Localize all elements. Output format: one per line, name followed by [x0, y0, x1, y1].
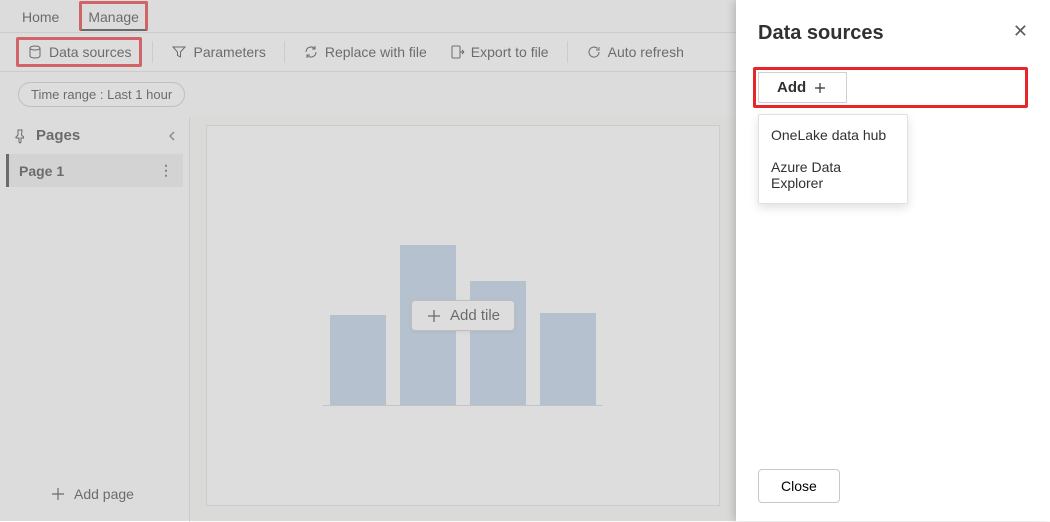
top-tabs: Home Manage	[0, 0, 736, 32]
database-icon	[27, 44, 43, 60]
data-sources-panel: Data sources ✕ Add OneLake data hub Azur…	[736, 0, 1050, 521]
add-page-button[interactable]: Add page	[0, 472, 189, 516]
close-button[interactable]: Close	[758, 469, 840, 503]
data-sources-button[interactable]: Data sources	[16, 37, 142, 67]
export-label: Export to file	[471, 44, 549, 60]
data-sources-label: Data sources	[49, 44, 131, 60]
filter-icon	[171, 44, 187, 60]
auto-refresh-label: Auto refresh	[608, 44, 684, 60]
plus-icon	[426, 308, 442, 324]
add-data-source-dropdown: OneLake data hub Azure Data Explorer	[758, 114, 908, 204]
add-label: Add	[777, 79, 806, 96]
refresh-icon	[586, 44, 602, 60]
export-icon	[449, 44, 465, 60]
page-item-menu-button[interactable]: ⋮	[159, 162, 173, 179]
pin-icon	[12, 128, 28, 144]
replace-file-button[interactable]: Replace with file	[295, 40, 435, 64]
time-range-chip[interactable]: Time range : Last 1 hour	[18, 82, 185, 107]
pages-title: Pages	[36, 127, 80, 144]
toolbar-separator	[284, 41, 285, 63]
panel-title: Data sources	[758, 22, 884, 45]
add-tile-button[interactable]: Add tile	[411, 300, 515, 331]
auto-refresh-button[interactable]: Auto refresh	[578, 40, 692, 64]
plus-icon	[50, 486, 66, 502]
page-item-label: Page 1	[19, 163, 64, 179]
parameters-button[interactable]: Parameters	[163, 40, 273, 64]
close-icon[interactable]: ✕	[1013, 22, 1028, 40]
tab-home[interactable]: Home	[16, 4, 65, 29]
chip-row: Time range : Last 1 hour	[0, 72, 736, 117]
add-tile-label: Add tile	[450, 307, 500, 324]
pages-sidebar: Pages Page 1 ⋮ Add page	[0, 117, 190, 522]
replace-label: Replace with file	[325, 44, 427, 60]
chart-bar	[540, 313, 596, 405]
dashboard-canvas: Add tile	[206, 125, 720, 506]
toolbar: Data sources Parameters Replace with fil…	[0, 32, 736, 72]
replace-icon	[303, 44, 319, 60]
plus-icon	[812, 80, 828, 96]
export-file-button[interactable]: Export to file	[441, 40, 557, 64]
tab-manage[interactable]: Manage	[79, 1, 148, 31]
add-data-source-button[interactable]: Add	[758, 72, 847, 103]
sidebar-item-page[interactable]: Page 1 ⋮	[6, 154, 183, 187]
chart-bar	[330, 315, 386, 405]
add-page-label: Add page	[74, 486, 134, 502]
toolbar-separator	[567, 41, 568, 63]
parameters-label: Parameters	[193, 44, 265, 60]
dropdown-item-onelake[interactable]: OneLake data hub	[759, 119, 907, 151]
toolbar-separator	[152, 41, 153, 63]
collapse-sidebar-button[interactable]	[167, 131, 177, 141]
dropdown-item-adx[interactable]: Azure Data Explorer	[759, 151, 907, 199]
